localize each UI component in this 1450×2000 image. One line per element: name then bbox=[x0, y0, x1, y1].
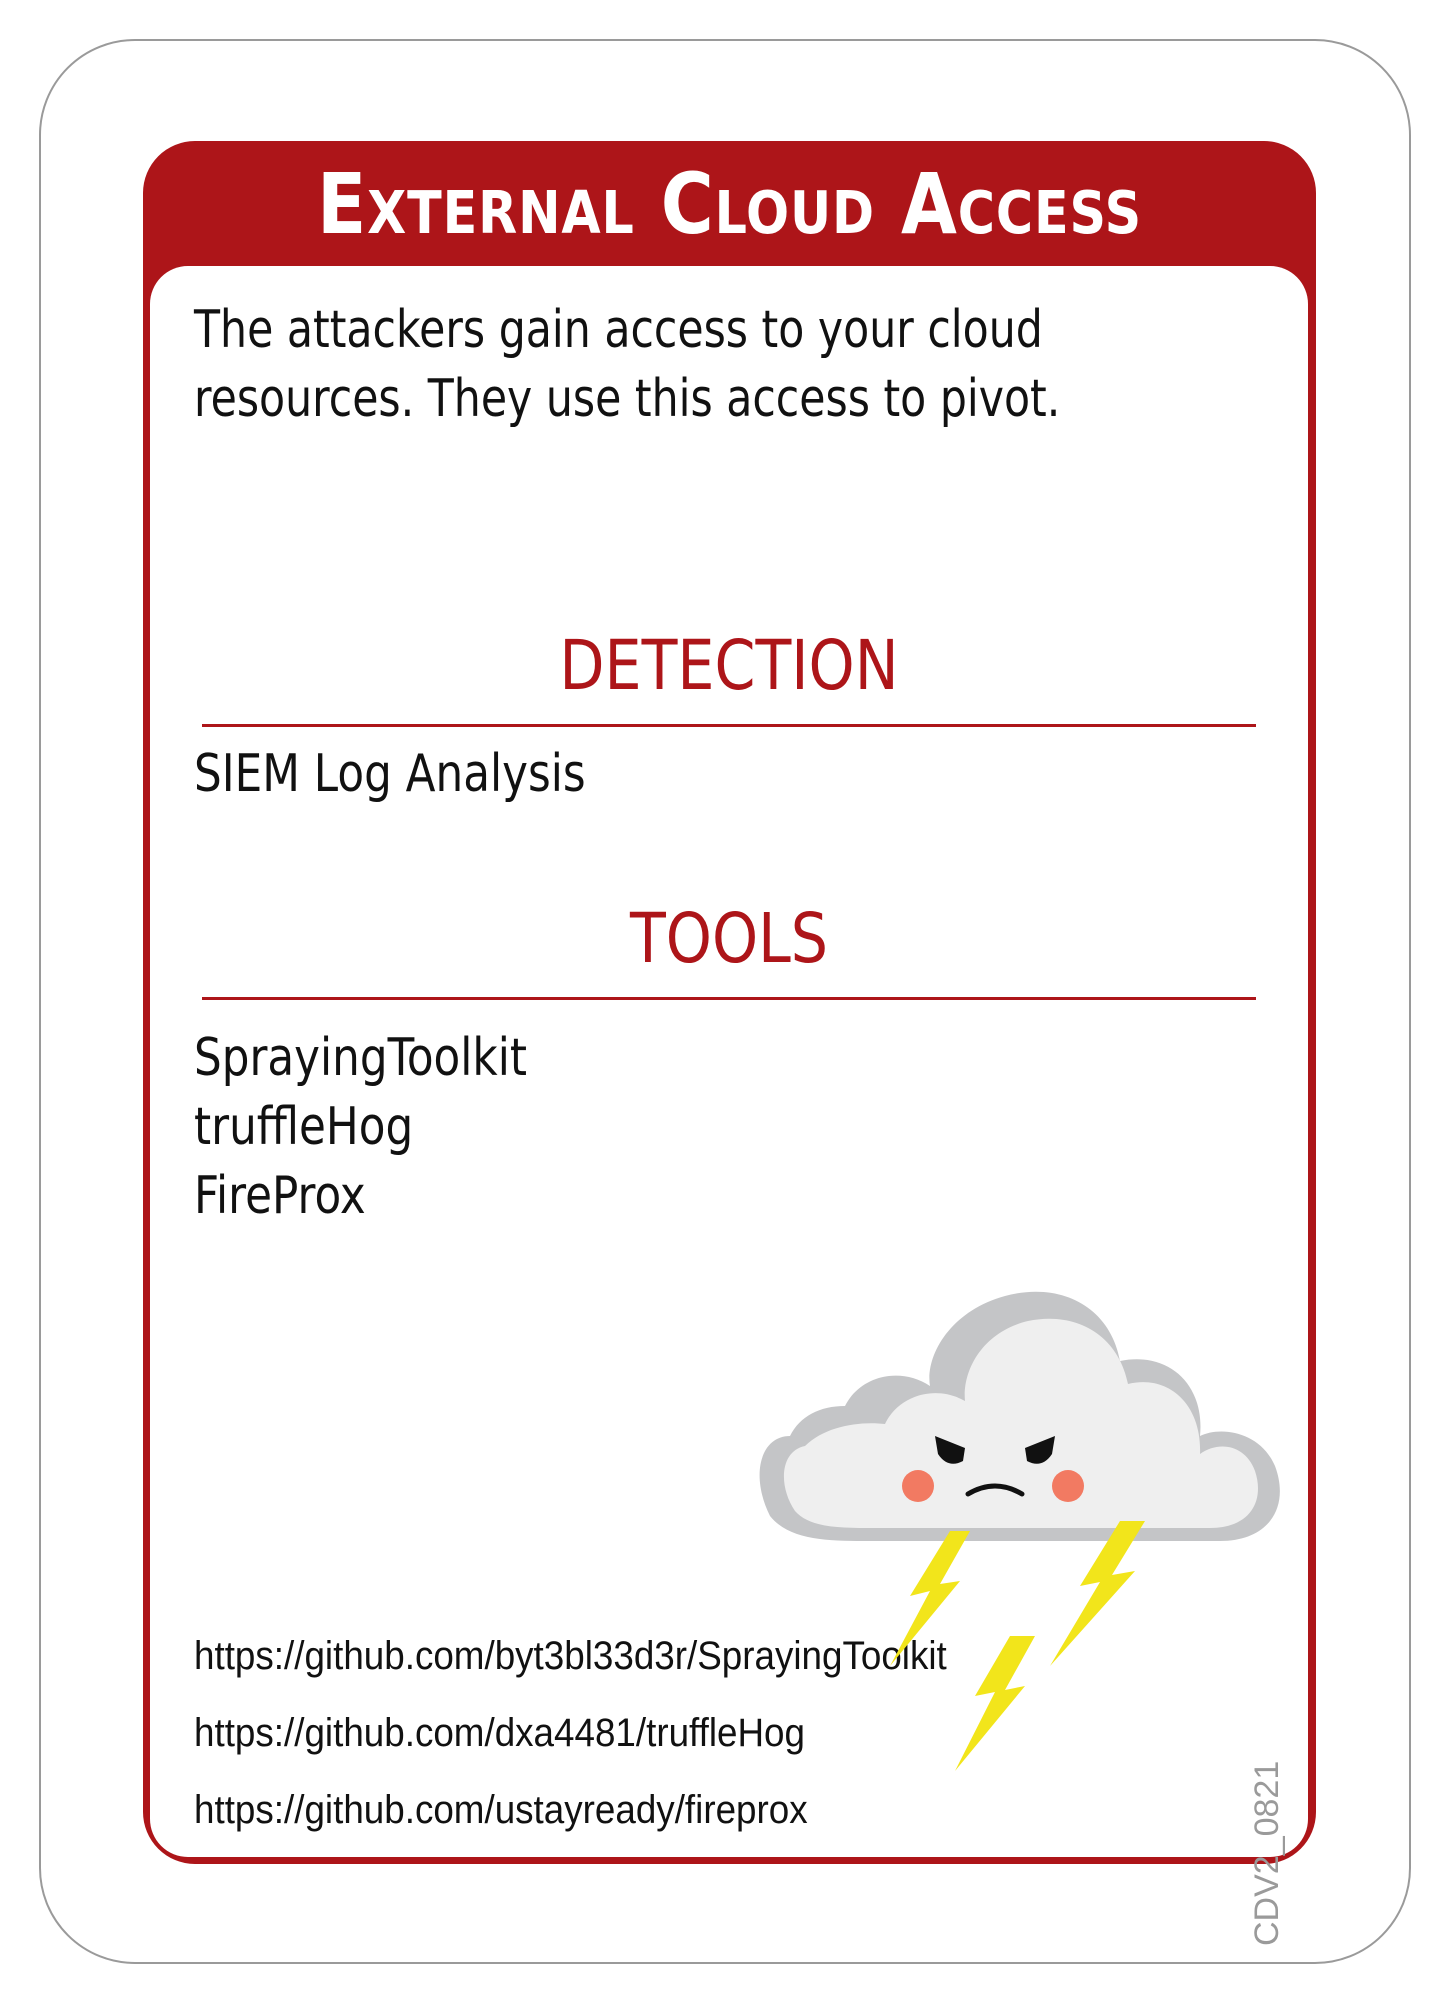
detection-heading: DETECTION bbox=[559, 626, 899, 706]
tools-heading: TOOLS bbox=[629, 899, 829, 979]
card-panel: External Cloud Access The attackers gain… bbox=[143, 141, 1316, 1946]
tools-list: SprayingToolkit truffleHog FireProx bbox=[194, 1024, 590, 1231]
card-title: External Cloud Access bbox=[316, 154, 1143, 253]
lightning-bolts bbox=[890, 1521, 1145, 1771]
description-line: resources. They use this access to pivot… bbox=[194, 369, 1061, 429]
detection-item: SIEM Log Analysis bbox=[194, 744, 586, 804]
description-line: The attackers gain access to your cloud bbox=[194, 300, 1043, 360]
angry-storm-cloud-icon bbox=[759, 1291, 1280, 1771]
card-description: The attackers gain access to your cloud … bbox=[194, 296, 1061, 434]
tool-item: SprayingToolkit bbox=[194, 1028, 527, 1088]
tool-item: truffleHog bbox=[194, 1097, 414, 1157]
card-body: The attackers gain access to your cloud … bbox=[150, 266, 1308, 1946]
tools-divider bbox=[202, 997, 1256, 1000]
detection-divider bbox=[202, 724, 1256, 727]
tool-item: FireProx bbox=[194, 1166, 366, 1226]
